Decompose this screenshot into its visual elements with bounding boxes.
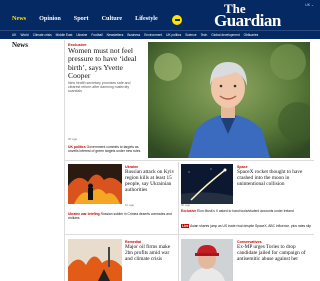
subnav-item[interactable]: World bbox=[20, 33, 28, 37]
story-headline[interactable]: Ex-MP urges Tories to drop candidate jai… bbox=[237, 244, 313, 263]
rocket-photo bbox=[181, 164, 233, 204]
subnav-item[interactable]: Ukraine bbox=[76, 33, 87, 37]
story-timestamp: 1h ago bbox=[125, 203, 135, 207]
top-story-standfirst: New health secretary promises safe and c… bbox=[68, 81, 131, 94]
column-divider bbox=[178, 162, 179, 281]
section-title: News bbox=[12, 41, 28, 49]
sublink-text: Elon Musk’s X asked to hand tools/studen… bbox=[197, 209, 294, 213]
top-story-timestamp: 3h ago bbox=[68, 137, 78, 141]
nav-opinion[interactable]: Opinion bbox=[39, 15, 61, 22]
story-timestamp: 3h ago bbox=[181, 203, 191, 207]
story-image-conservatives[interactable] bbox=[181, 239, 233, 281]
story-headline[interactable]: SpaceX rocket thought to have crashed in… bbox=[237, 169, 313, 188]
subnav-item[interactable]: Tech bbox=[201, 33, 208, 37]
nav-culture[interactable]: Culture bbox=[102, 15, 123, 22]
live-text: Asian shares jump as US trade rival desp… bbox=[190, 224, 312, 228]
story-image-oil[interactable] bbox=[68, 239, 122, 281]
subnav-item[interactable]: UK bbox=[12, 33, 16, 37]
row-divider bbox=[64, 234, 314, 235]
subnav-item[interactable]: Middle East bbox=[56, 33, 73, 37]
portrait-man-photo bbox=[181, 239, 233, 281]
live-sublink[interactable]: Live Asian shares jump as US trade rival… bbox=[181, 224, 313, 228]
subnav-item[interactable]: Obituaries bbox=[244, 33, 259, 37]
nav-sport[interactable]: Sport bbox=[74, 15, 89, 22]
subnav-item[interactable]: Football bbox=[91, 33, 102, 37]
subnav-item[interactable]: UK politics bbox=[166, 33, 181, 37]
fire-photo bbox=[68, 164, 122, 204]
subnav-item[interactable]: Climate crisis bbox=[33, 33, 52, 37]
logo-guardian: Guardian bbox=[214, 11, 281, 30]
edition-switcher[interactable]: UK ⌄ bbox=[305, 3, 314, 7]
portrait-photo bbox=[148, 42, 310, 158]
story-headline[interactable]: Russian attack on Kyiv region kills at l… bbox=[125, 169, 175, 194]
subnav-item[interactable]: Business bbox=[127, 33, 140, 37]
subnav-item[interactable]: Environment bbox=[144, 33, 162, 37]
story-headline[interactable]: Major oil firms make 2bn profits amid wa… bbox=[125, 244, 177, 263]
story-sublink[interactable]: Ukraine war briefing Russian soldier in … bbox=[68, 212, 176, 220]
top-story-photo[interactable] bbox=[148, 42, 310, 158]
wildfire-photo bbox=[68, 239, 122, 281]
subnav-item[interactable]: Science bbox=[185, 33, 196, 37]
more-menu-icon[interactable] bbox=[172, 15, 182, 25]
subnav-item[interactable]: Newsletters bbox=[107, 33, 124, 37]
primary-nav: News Opinion Sport Culture Lifestyle bbox=[12, 15, 171, 22]
story-image-space[interactable] bbox=[181, 164, 233, 204]
nav-news[interactable]: News bbox=[12, 15, 26, 22]
live-badge: Live bbox=[181, 224, 190, 228]
subnav-item[interactable]: Global development bbox=[211, 33, 239, 37]
row-divider bbox=[64, 160, 314, 161]
story-image-ukraine[interactable] bbox=[68, 164, 122, 204]
sublink-kicker: Exclusive bbox=[181, 209, 197, 213]
top-story-sublink[interactable]: UK politics Government commits to target… bbox=[68, 145, 142, 153]
guardian-logo[interactable]: The Guardian bbox=[214, 2, 281, 30]
nav-lifestyle[interactable]: Lifestyle bbox=[135, 15, 158, 22]
top-story-headline[interactable]: Women must not feel pressure to have ‘id… bbox=[68, 46, 144, 81]
masthead: News Opinion Sport Culture Lifestyle The… bbox=[0, 0, 320, 30]
story-sublink[interactable]: Exclusive Elon Musk’s X asked to hand to… bbox=[181, 209, 313, 213]
secondary-nav: UK World Climate crisis Middle East Ukra… bbox=[0, 30, 320, 39]
